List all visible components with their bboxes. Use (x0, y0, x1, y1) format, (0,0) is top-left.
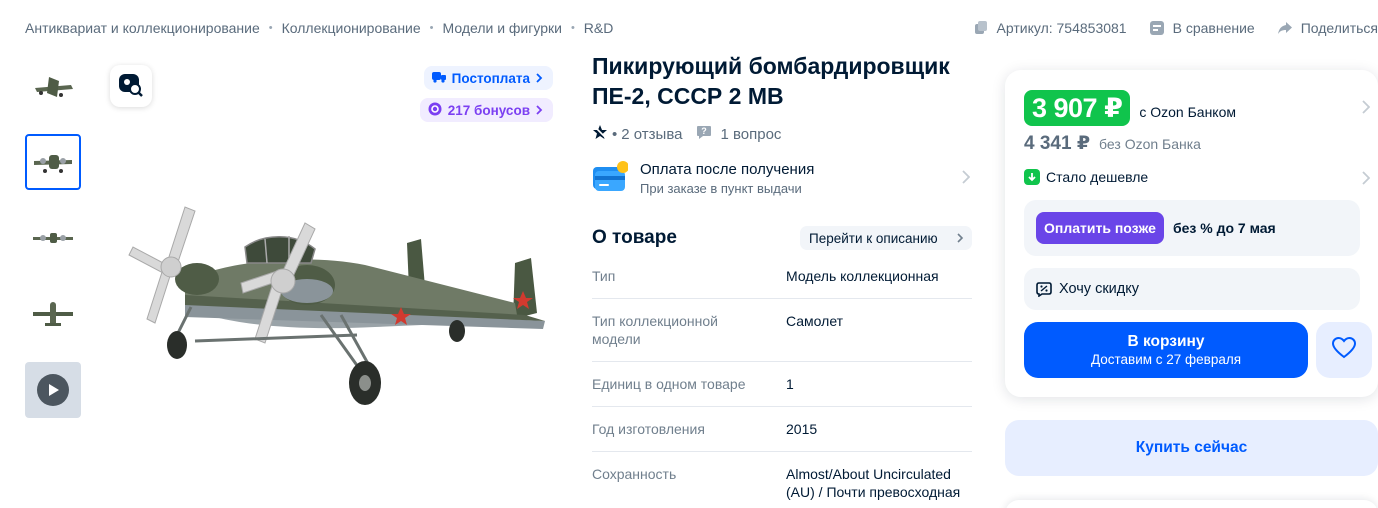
buy-card: 3 907 ₽ с Ozon Банком 4 341 ₽ без Ozon Б… (1005, 70, 1378, 397)
breadcrumb-item[interactable]: Модели и фигурки (443, 20, 562, 36)
plane-model-image (128, 206, 545, 405)
separator-dot: • (612, 125, 618, 143)
compare-button[interactable]: В сравнение (1149, 20, 1255, 36)
buy-now-button[interactable]: Купить сейчас (1005, 420, 1378, 476)
next-card-edge (1005, 500, 1378, 508)
price-with-card-note: с Ozon Банком (1139, 104, 1236, 120)
rating-row: • 2 отзыва ? 1 вопрос (592, 124, 781, 144)
image-search-button[interactable] (110, 65, 152, 107)
play-icon (37, 374, 69, 406)
image-search-icon (118, 71, 144, 102)
spec-row: Сохранность Almost/About Uncirculated (A… (592, 452, 972, 508)
thumbnail[interactable] (25, 286, 81, 342)
chevron-right-icon (962, 170, 971, 189)
plane-thumbnail-icon (33, 302, 73, 326)
breadcrumb: Антиквариат и коллекционирование • Колле… (25, 20, 613, 36)
copy-icon (973, 20, 989, 36)
chevron-right-icon (1362, 100, 1371, 119)
share-label: Поделиться (1300, 20, 1378, 36)
bonus-label: 217 бонусов (447, 102, 530, 118)
bonus-badge[interactable]: 217 бонусов (419, 98, 553, 122)
spec-row: Единиц в одном товаре 1 (592, 362, 972, 407)
goto-description-label: Перейти к описанию (809, 230, 938, 246)
pay-after-subtitle: При заказе в пункт выдачи (640, 181, 802, 196)
spec-value: 1 (786, 376, 794, 392)
share-icon (1277, 20, 1293, 36)
postpay-badge[interactable]: Постоплата (423, 66, 553, 90)
spec-row: Тип коллекционной модели Самолет (592, 299, 972, 362)
pay-later-block[interactable]: Оплатить позже без % до 7 мая (1024, 200, 1360, 256)
compare-label: В сравнение (1172, 20, 1255, 36)
chevron-right-icon (536, 103, 543, 118)
want-discount-button[interactable]: Хочу скидку (1024, 268, 1360, 310)
product-title: Пикирующий бомбардировщик ПЕ-2, СССР 2 М… (592, 53, 950, 109)
regular-price-note: без Ozon Банка (1099, 136, 1201, 152)
add-to-cart-label: В корзину (1127, 332, 1205, 350)
reviews-link[interactable]: 2 отзыва (621, 126, 682, 143)
spec-key: Тип (592, 268, 616, 284)
pay-after-delivery[interactable]: Оплата после получения При заказе в пунк… (592, 158, 972, 200)
article-number[interactable]: Артикул: 754853081 (973, 20, 1127, 36)
price-drop-row[interactable]: Стало дешевле (1024, 169, 1148, 185)
chevron-right-icon (1362, 171, 1371, 190)
breadcrumb-item[interactable]: R&D (584, 20, 614, 36)
arrow-down-icon (1024, 169, 1040, 185)
specs-table: Тип Модель коллекционная Тип коллекционн… (592, 254, 972, 508)
star-icon (592, 124, 608, 144)
breadcrumb-item[interactable]: Антиквариат и коллекционирование (25, 20, 260, 36)
regular-price: 4 341 ₽ (1024, 133, 1091, 154)
spec-value: 2015 (786, 421, 818, 437)
svg-text:?: ? (702, 126, 708, 136)
spec-value: Модель коллекционная (786, 268, 939, 284)
truck-icon (431, 71, 446, 86)
spec-value: Almost/About Uncirculated (AU) / Почти п… (786, 466, 961, 500)
want-discount-label: Хочу скидку (1059, 281, 1139, 297)
wallet-card-icon (592, 159, 629, 200)
about-heading: О товаре (592, 227, 677, 248)
add-to-cart-button[interactable]: В корзину Доставим с 27 февраля (1024, 322, 1308, 378)
spec-key: Год изготовления (592, 421, 705, 437)
thumbnail[interactable] (25, 134, 81, 190)
spec-key: Тип коллекционной модели (592, 313, 718, 347)
pay-after-title: Оплата после получения (640, 161, 815, 178)
chevron-right-icon (536, 71, 543, 86)
main-product-image[interactable]: Постоплата 217 бонусов (110, 65, 555, 445)
chevron-right-icon (957, 231, 964, 246)
spec-key: Единиц в одном товаре (592, 376, 746, 392)
product-meta-bar: Артикул: 754853081 В сравнение Поделитьс… (973, 20, 1378, 36)
spec-key: Сохранность (592, 466, 677, 482)
pay-later-button[interactable]: Оплатить позже (1036, 212, 1164, 244)
delivery-date-label: Доставим с 27 февраля (1090, 351, 1242, 367)
video-thumbnail[interactable] (25, 362, 81, 418)
breadcrumb-separator: • (429, 22, 434, 34)
plane-thumbnail-icon (33, 233, 73, 243)
postpay-label: Постоплата (451, 70, 530, 86)
spec-row: Год изготовления 2015 (592, 407, 972, 452)
questions-link[interactable]: 1 вопрос (720, 126, 781, 143)
breadcrumb-separator: • (268, 22, 273, 34)
thumbnail-list (25, 58, 81, 438)
pay-later-note: без % до 7 мая (1172, 220, 1276, 236)
plane-thumbnail-icon (34, 155, 72, 173)
spec-value: Самолет (786, 313, 844, 329)
bonus-coin-icon (428, 102, 442, 119)
thumbnail[interactable] (25, 58, 81, 114)
price-row[interactable]: 3 907 ₽ с Ozon Банком (1024, 90, 1236, 126)
price-drop-label: Стало дешевле (1046, 169, 1149, 185)
spec-row: Тип Модель коллекционная (592, 254, 972, 299)
plane-thumbnail-icon (35, 77, 73, 97)
regular-price-row: 4 341 ₽ без Ozon Банка (1024, 132, 1201, 155)
thumbnail[interactable] (25, 210, 81, 266)
goto-description-button[interactable]: Перейти к описанию (800, 226, 972, 250)
breadcrumb-separator: • (570, 22, 575, 34)
favorite-button[interactable] (1316, 322, 1372, 378)
question-icon: ? (696, 124, 712, 144)
compare-icon (1149, 20, 1165, 36)
price-with-card: 3 907 ₽ (1024, 90, 1131, 126)
heart-icon (1331, 336, 1357, 364)
article-label: Артикул: 754853081 (996, 20, 1127, 36)
share-button[interactable]: Поделиться (1277, 20, 1378, 36)
discount-icon (1036, 281, 1052, 297)
breadcrumb-item[interactable]: Коллекционирование (282, 20, 421, 36)
